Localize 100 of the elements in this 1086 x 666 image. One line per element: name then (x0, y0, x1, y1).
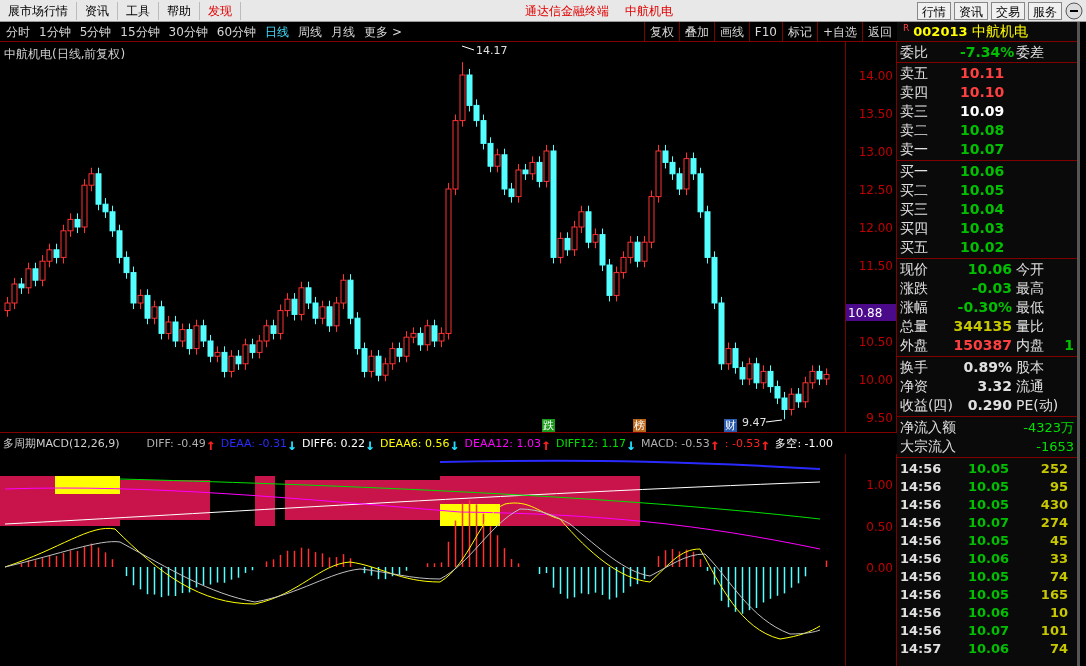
trend-arrow: ↑ (709, 437, 720, 452)
trade-time: 14:56 (900, 478, 943, 497)
trade-price: 10.05 (968, 568, 1011, 587)
order-book-label: 买二 (900, 181, 929, 200)
menu-item[interactable]: 工具 (118, 1, 159, 20)
order-book-label: 卖二 (900, 121, 929, 140)
event-marker[interactable]: 跌 (542, 419, 555, 432)
trade-time: 14:56 (900, 514, 943, 533)
quote-value: 10.06 (966, 260, 1012, 279)
trade-time: 14:56 (900, 550, 943, 569)
price-axis-label: 11.50 (858, 258, 893, 275)
tool-button[interactable]: 叠加 (678, 21, 714, 42)
price-axis-label: 9.50 (866, 410, 893, 427)
order-book-label: 卖三 (900, 102, 929, 121)
tool-button[interactable]: 标记 (781, 21, 817, 42)
indicator-axis-label: 1.00 (866, 477, 893, 494)
price-axis-label: 10.50 (858, 334, 893, 351)
trend-arrow: ↑ (541, 437, 551, 452)
period-tab[interactable]: 更多 > (364, 22, 402, 41)
low-price-annotation: 9.47 (742, 416, 783, 429)
indicator-value: MACD: -0.53 (641, 436, 710, 453)
period-tab[interactable]: 5分钟 (79, 22, 112, 41)
quote-value: 150387 (952, 336, 1012, 355)
tool-button[interactable]: 复权 (643, 21, 679, 42)
tool-button[interactable]: 画线 (713, 21, 749, 42)
price-axis-label: 13.50 (858, 106, 893, 123)
trade-volume: 95 (1048, 478, 1069, 497)
price-axis-label: 12.50 (858, 182, 893, 199)
quote-label: 收益(四) (900, 396, 954, 415)
menu-button[interactable]: 服务 (1028, 1, 1062, 20)
trade-price: 10.05 (968, 496, 1011, 515)
period-tab[interactable]: 日线 (265, 22, 290, 41)
quote-label: 涨跌 (900, 279, 929, 298)
quote-label: 涨幅 (900, 298, 929, 317)
quote-value: 3.32 (976, 377, 1012, 396)
indicator-value: 多空: -1.00 (775, 436, 834, 453)
flow-value: -1653 (1036, 437, 1074, 456)
menu-item[interactable]: 帮助 (159, 1, 200, 20)
quote-label: 最低 (1016, 298, 1044, 317)
trade-volume: 33 (1048, 550, 1069, 569)
quote-value: 1 (1064, 336, 1074, 355)
quote-label: 内盘 (1016, 336, 1044, 355)
period-tab[interactable]: 15分钟 (120, 22, 160, 41)
indicator-value: DIFF6: 0.22 (302, 436, 366, 453)
period-tab[interactable]: 月线 (331, 22, 356, 41)
order-book-label: 买一 (900, 162, 929, 181)
quote-label: 换手 (900, 358, 929, 377)
trend-arrow: ↑ (205, 437, 216, 452)
event-marker[interactable]: 财 (724, 419, 737, 432)
trade-time: 14:56 (900, 586, 943, 605)
trade-price: 10.06 (968, 640, 1011, 659)
menu-button[interactable]: 行情 (917, 1, 951, 20)
trade-time: 14:57 (900, 640, 943, 659)
price-axis-label: 14.00 (858, 68, 893, 85)
price-axis-label: 13.00 (858, 144, 893, 161)
trade-volume: 274 (1039, 514, 1069, 533)
quote-label: 流通 (1016, 377, 1044, 396)
quote-value: -7.34% (960, 42, 1012, 62)
tool-button[interactable]: F10 (748, 21, 782, 42)
quote-label: 净资 (900, 377, 929, 396)
order-book-label: 买三 (900, 200, 929, 219)
quote-label: 总量 (900, 317, 929, 336)
trade-volume: 45 (1048, 532, 1069, 551)
quote-label: 外盘 (900, 336, 929, 355)
trade-time: 14:56 (900, 622, 943, 641)
indicator-value: DEAA6: 0.56 (380, 436, 450, 453)
menu-item[interactable]: 资讯 (77, 1, 118, 20)
current-price-tag: 10.88 (846, 304, 896, 322)
menu-button[interactable]: 资讯 (954, 1, 988, 20)
stock-code: 002013 (913, 22, 968, 41)
period-tab[interactable]: 1分钟 (39, 22, 71, 41)
trade-price: 10.05 (968, 478, 1011, 497)
margin-mark-label: R (903, 22, 910, 35)
event-marker[interactable]: 榜 (633, 419, 646, 432)
trade-time: 14:56 (900, 496, 943, 515)
stock-name: 中航机电 (971, 22, 1028, 41)
quote-label: 现价 (900, 260, 929, 279)
trade-price: 10.05 (968, 460, 1011, 479)
quote-label: 最高 (1016, 279, 1044, 298)
high-price-annotation: 14.17 (461, 44, 508, 57)
flow-label: 大宗流入 (900, 437, 956, 456)
quote-value: 344135 (952, 317, 1012, 336)
order-book-price: 10.07 (960, 140, 1005, 159)
period-tab[interactable]: 30分钟 (168, 22, 208, 41)
quote-value: 0.89% (962, 358, 1012, 377)
menu-item[interactable]: 发现 (200, 1, 241, 20)
quote-label: 量比 (1016, 317, 1044, 336)
menu-item[interactable]: 展市场行情 (0, 1, 77, 20)
indicator-axis-label: 0.00 (866, 560, 893, 577)
quote-label: 今开 (1016, 260, 1044, 279)
quote-label: 委差 (1016, 42, 1044, 62)
period-tab[interactable]: 分时 (6, 22, 30, 41)
trend-arrow: ↓ (287, 437, 297, 452)
indicator-value: DIFF12: 1.17 (556, 436, 627, 453)
order-book-price: 10.10 (960, 83, 1005, 102)
stock-title: 中航机电 (625, 2, 673, 20)
menu-button[interactable]: 交易 (991, 1, 1025, 20)
period-tab[interactable]: 周线 (298, 22, 323, 41)
period-tab[interactable]: 60分钟 (216, 22, 257, 41)
tool-button[interactable]: +自选 (816, 21, 862, 42)
